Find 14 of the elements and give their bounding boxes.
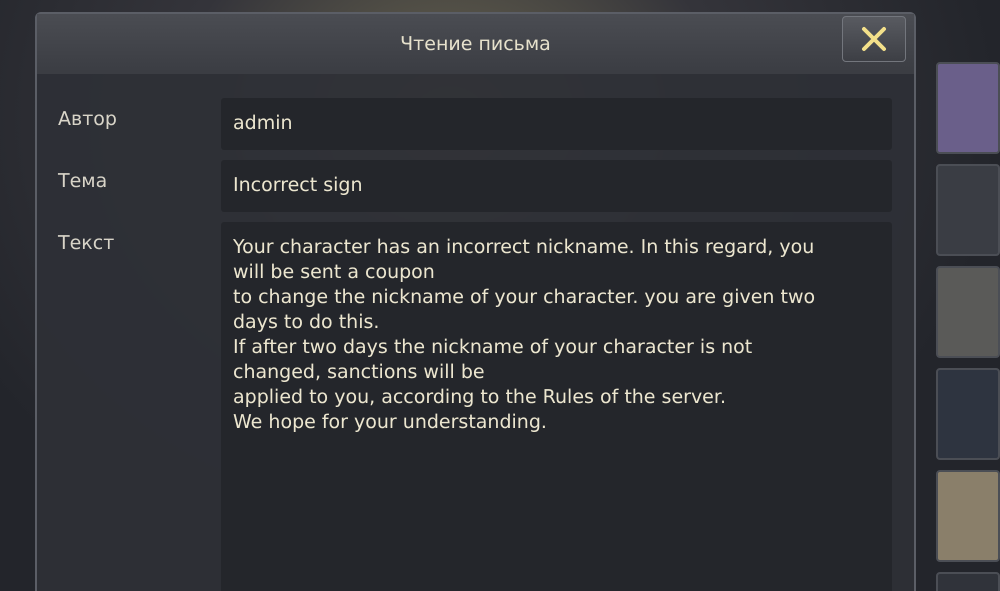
field-label: Текст (58, 231, 116, 256)
field-label: Тема (58, 169, 108, 194)
close-button[interactable] (842, 16, 906, 62)
close-icon (861, 26, 887, 52)
dialog-title: Чтение письма (400, 33, 551, 55)
field-value: Incorrect sign (221, 160, 892, 212)
field-value: admin (221, 98, 892, 150)
message-text: Your character has an incorrect nickname. In this regard, you will be sent a coupon to change the nickname of your character. you are given two days to do this. If after two days the nickname of your character is not changed, sanctions will be applied to you, according to the Rules of the server. We hope for your understanding. (221, 222, 892, 591)
portrait-slot[interactable] (936, 62, 1000, 154)
portrait-slot[interactable] (936, 368, 1000, 460)
field-label: Автор (58, 107, 118, 132)
portrait-slot[interactable] (936, 164, 1000, 256)
portrait-slot[interactable] (936, 470, 1000, 562)
portrait-slot[interactable] (936, 266, 1000, 358)
